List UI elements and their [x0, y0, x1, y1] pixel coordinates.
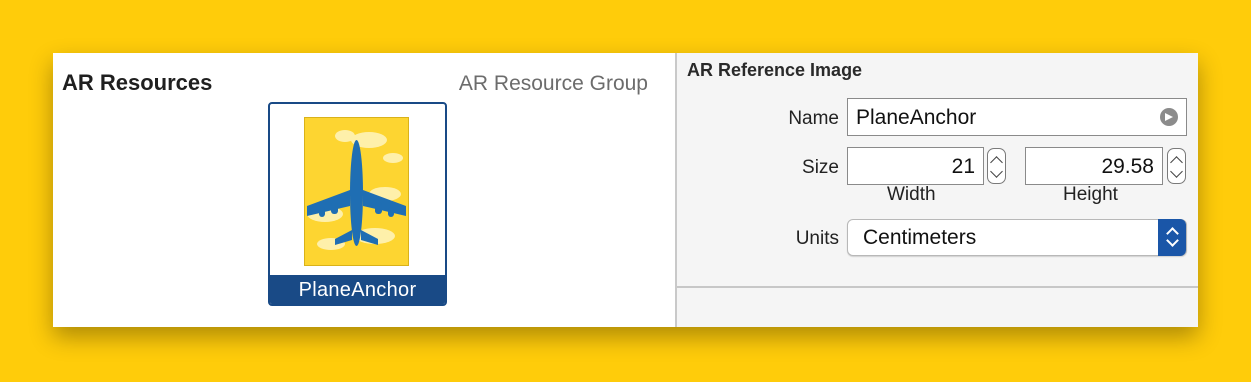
- name-field-value: PlaneAnchor: [856, 106, 977, 129]
- resource-group-type-label: AR Resource Group: [458, 72, 648, 95]
- chevron-down-icon[interactable]: [1170, 165, 1183, 178]
- airplane-icon: [305, 118, 408, 265]
- asset-thumbnail-planeanchor[interactable]: PlaneAnchor: [268, 102, 447, 306]
- attributes-inspector: AR Reference Image Name PlaneAnchor Size…: [677, 53, 1198, 327]
- inspector-title: AR Reference Image: [687, 60, 863, 80]
- resource-group-title: AR Resources: [62, 70, 213, 95]
- units-label: Units: [795, 228, 839, 249]
- units-select[interactable]: Centimeters: [847, 219, 1187, 256]
- go-arrow-icon[interactable]: [1160, 108, 1178, 126]
- asset-browser-pane: AR Resources AR Resource Group PlaneAnch…: [53, 53, 675, 327]
- xcode-window: AR Resources AR Resource Group PlaneAnch…: [53, 53, 1198, 327]
- units-select-value: Centimeters: [863, 226, 977, 249]
- name-field[interactable]: PlaneAnchor: [847, 98, 1187, 136]
- asset-name-caption: PlaneAnchor: [270, 275, 445, 304]
- height-field[interactable]: 29.58: [1025, 147, 1163, 185]
- height-stepper[interactable]: [1167, 148, 1186, 184]
- reference-image-preview: [304, 117, 409, 266]
- inspector-separator: [677, 286, 1198, 288]
- height-label: Height: [1063, 184, 1118, 205]
- size-label: Size: [802, 157, 839, 178]
- width-label: Width: [887, 184, 936, 205]
- chevron-down-icon[interactable]: [990, 165, 1003, 178]
- name-label: Name: [788, 108, 839, 129]
- width-stepper[interactable]: [987, 148, 1006, 184]
- width-field[interactable]: 21: [847, 147, 984, 185]
- select-arrows-icon[interactable]: [1158, 219, 1186, 256]
